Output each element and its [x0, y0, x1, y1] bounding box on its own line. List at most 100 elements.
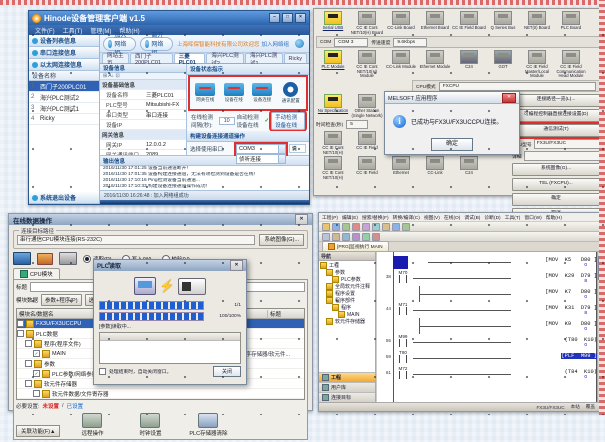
manual-check-button[interactable]: 手动检测设备在线 [271, 112, 305, 130]
instruction[interactable]: [MOV K31 D79 ] [545, 305, 597, 311]
coexistence-route-option[interactable]: CC IE Cont NET/10(H) [316, 156, 350, 180]
project-tree-item[interactable]: PLC参数 [320, 276, 374, 283]
sidebar-section-header[interactable]: 设备列表信息 [29, 35, 99, 47]
toolbar-icon[interactable] [342, 233, 350, 241]
system-image-button[interactable]: 系统图像(G)... [259, 234, 304, 246]
menu-item[interactable]: 转换/编译(C) [393, 214, 420, 221]
join-group-button[interactable]: 加入网络组 [103, 37, 136, 51]
row-checkbox[interactable] [25, 340, 32, 347]
toolbar-icon[interactable] [332, 223, 340, 231]
pc-interface-option[interactable]: CC-Link Board [384, 11, 418, 31]
system-image-button[interactable]: 系统图像(G)... [512, 163, 600, 176]
instruction[interactable]: [MOV K7 D80 ] [545, 289, 597, 295]
instruction-energized[interactable]: [PLF M99 ] [561, 353, 597, 359]
instruction[interactable]: [MOV K9 D80 ] [545, 321, 597, 327]
device-row[interactable]: 2 海兴PLC测试2 [29, 92, 99, 103]
project-tree-item[interactable]: 工程 [320, 262, 374, 269]
ladder-rung[interactable]: [MOV K5 D80 ]0 [377, 254, 597, 270]
coexistence-route-option[interactable]: Ethernet [384, 156, 418, 176]
pc-interface-option[interactable]: CC IE Field Board [452, 11, 486, 31]
pc-interface-option[interactable]: PLC Board [554, 11, 588, 31]
ladder-rung[interactable]: 59 T80 [PLF M99 ] [377, 350, 597, 366]
dialog-title-bar[interactable]: 在线数据操作 ✕ [9, 214, 312, 225]
row-checkbox[interactable] [33, 390, 40, 397]
ladder-rung[interactable]: 61 M72 (T84 K10)0 [377, 366, 597, 382]
coexistence-route-option[interactable]: CC IE Field [350, 156, 384, 176]
navigation-view-button[interactable]: 用户库 [319, 382, 375, 392]
pc-interface-option[interactable]: Ethernet Board [418, 11, 452, 31]
coexistence-route-option[interactable]: C24 [452, 156, 486, 176]
project-tree-item[interactable]: 程序设置 [320, 290, 374, 297]
ok-button[interactable]: 确定 [512, 193, 600, 206]
timer-coil[interactable]: (T80 K10) [565, 337, 597, 343]
progress-close-button[interactable]: 关闭 [213, 366, 241, 377]
row-checkbox[interactable] [33, 370, 40, 377]
interval-input[interactable]: 10 [219, 117, 235, 125]
ladder-editor-tab[interactable]: [PRG]监视执行 MAIN [322, 241, 389, 251]
progress-dialog-title-bar[interactable]: PLC读取 ✕ [94, 260, 246, 271]
close-icon[interactable]: ✕ [295, 214, 308, 225]
footer-function-button[interactable]: PLC存储器清除 [186, 413, 230, 437]
timer-coil[interactable]: (T84 K10) [565, 369, 597, 375]
ladder-rung[interactable]: 44 M71 [MOV K31 D79 ]8 [MOV K9 D80 ]0 [377, 302, 597, 334]
title-bar[interactable]: Hinode设备管理客户端 v1.5 – □ × [29, 11, 309, 25]
property-row[interactable]: 串口类型 串口连接 [100, 110, 186, 120]
property-grid-toolbar[interactable]: ⊞ A↓ ⊡ [100, 73, 186, 80]
sidebar-section-header[interactable]: 串口连接信息 [29, 47, 99, 59]
timeout-field[interactable]: 5 [346, 120, 368, 129]
toolbar-icon[interactable] [332, 233, 340, 241]
menu-item[interactable]: 管理(M) [90, 26, 111, 35]
melsoft-dialog-title-bar[interactable]: MELSOFT 应用程序 ✕ [385, 92, 519, 104]
tel-button[interactable]: TEL (FXCPU)... [512, 178, 600, 191]
toolbar-icon[interactable] [352, 233, 360, 241]
menu-item[interactable]: 搜索/替换(F) [362, 214, 389, 221]
pc-interface-option[interactable]: CC IE Cont NET/10(H) Board [350, 11, 384, 35]
row-checkbox[interactable] [25, 360, 32, 367]
device-tab[interactable]: 网站主页 [102, 53, 129, 63]
toolbar-icon[interactable] [362, 233, 370, 241]
menu-item[interactable]: 工具(T) [63, 26, 83, 35]
network-route-option[interactable]: CC IE Cont NET/10(H) [316, 131, 350, 155]
menu-item[interactable]: 诊断(D) [484, 214, 500, 221]
property-row[interactable]: 设备IP [100, 120, 186, 130]
pc-interface-option[interactable]: Serial USB [316, 11, 350, 31]
toolbar-icon[interactable] [392, 223, 400, 231]
communication-test-button[interactable]: 通信测试(T) [512, 124, 600, 137]
property-row[interactable]: 设备名称 三菱PLC01 [100, 90, 186, 100]
com-port-field[interactable]: COM 3 [334, 38, 368, 47]
device-tab[interactable]: 海兴PLC测试2 [206, 53, 244, 63]
device-tab[interactable]: 海兴PLC测试1 [245, 53, 283, 63]
plc-interface-option[interactable]: GOT [486, 50, 520, 70]
plc-interface-option[interactable]: CC IE Field Communication Head Module [554, 50, 588, 79]
toolbar-icon[interactable] [322, 233, 330, 241]
project-tree-item[interactable]: 程序部件 [320, 297, 374, 304]
auto-check-checkbox[interactable]: ✓ [265, 118, 270, 124]
edit-cursor-cell[interactable] [393, 256, 408, 269]
maximize-button[interactable]: □ [282, 13, 293, 23]
instruction[interactable]: [MOV K29 D79 ] [545, 273, 597, 279]
project-tree-item[interactable]: 参数 [320, 269, 374, 276]
baud-rate-field[interactable]: 9.6Kbps [393, 38, 427, 47]
toolbar-icon[interactable] [372, 233, 380, 241]
footer-function-button[interactable]: 远程操作 [70, 413, 114, 437]
other-station-option[interactable]: Other Station (Single Network) [350, 94, 384, 118]
auto-close-checkbox[interactable] [99, 368, 106, 375]
device-row[interactable]: 1 西门子200PLC01 [29, 81, 99, 92]
property-row[interactable]: 网关IP 12.0.0.2 [100, 140, 186, 150]
toolbar-icon[interactable] [352, 223, 360, 231]
close-button[interactable]: × [295, 13, 306, 23]
direct-connection-button[interactable]: 可编程控制器直接连接设置(D) [512, 109, 600, 122]
tree-row[interactable]: 软元件数据/文件寄存器 [17, 389, 304, 399]
menu-item[interactable]: 调试(B) [464, 214, 480, 221]
navigation-view-button[interactable]: 工程 [319, 372, 375, 382]
row-checkbox[interactable] [17, 320, 24, 327]
related-functions-button[interactable]: 关联功能(F)▲ [16, 425, 60, 437]
property-row[interactable]: 设备基础信息 [100, 80, 186, 90]
dialog-ok-button[interactable]: 确定 [431, 138, 473, 151]
menu-item[interactable]: 视图(V) [424, 214, 440, 221]
property-row[interactable]: PLC型号 Mitsubishi-FX [100, 100, 186, 110]
close-icon[interactable]: ✕ [230, 260, 243, 271]
combo-box[interactable]: COM3 [236, 144, 286, 154]
menu-item[interactable]: 文件(F) [35, 26, 55, 35]
toolbar-icon[interactable] [402, 223, 410, 231]
